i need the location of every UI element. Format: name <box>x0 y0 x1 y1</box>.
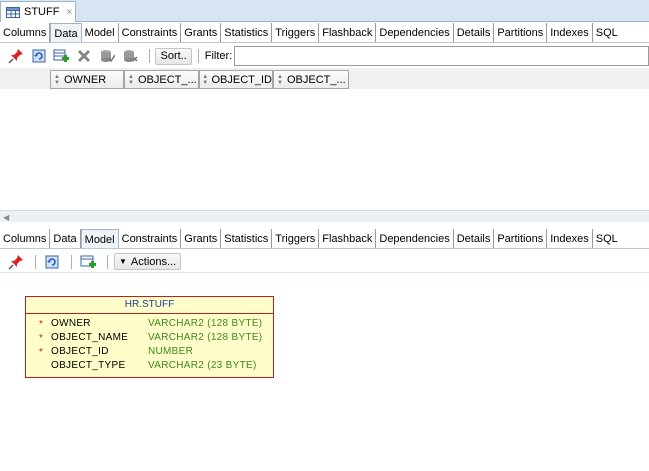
filter-label: Filter: <box>204 50 233 62</box>
tab-partitions[interactable]: Partitions <box>494 229 548 248</box>
commit-icon[interactable] <box>97 47 117 65</box>
tab-dependencies[interactable]: Dependencies <box>376 23 454 42</box>
pin-icon[interactable] <box>6 47 26 65</box>
close-tab-icon[interactable]: × <box>66 7 72 18</box>
column-header-label: OBJECT_... <box>287 73 346 86</box>
entity-title: HR.STUFF <box>26 297 273 314</box>
refresh-icon[interactable] <box>42 253 62 271</box>
column-header-label: OBJECT_ID <box>211 73 272 86</box>
tab-sql[interactable]: SQL <box>593 229 621 248</box>
horizontal-scrollbar[interactable]: ◀ <box>0 210 649 222</box>
tab-indexes[interactable]: Indexes <box>547 229 593 248</box>
tab-triggers[interactable]: Triggers <box>272 23 320 42</box>
toolbar-separator <box>107 254 108 269</box>
tab-constraints[interactable]: Constraints <box>119 23 182 42</box>
entity-column-name: OBJECT_TYPE <box>51 360 126 371</box>
column-header-object-id[interactable]: ▲ ▼ OBJECT_ID <box>199 70 273 89</box>
model-canvas: HR.STUFF * OWNER VARCHAR2 (128 BYTE) * O… <box>0 274 649 471</box>
tab-grants[interactable]: Grants <box>181 229 222 248</box>
tab-data[interactable]: Data <box>50 23 82 42</box>
tab-grants[interactable]: Grants <box>181 23 222 42</box>
tab-statistics[interactable]: Statistics <box>221 23 273 42</box>
data-grid: ▲ ▼ OWNER ▲ ▼ OBJECT_... ▲ ▼ OBJECT_ID ▲ ▼ O… <box>0 68 649 210</box>
tab-flashback[interactable]: Flashback <box>319 229 377 248</box>
column-header-owner[interactable]: ▲ ▼ OWNER <box>50 70 124 89</box>
entity-column-name: OWNER <box>51 318 91 329</box>
entity-column-type: VARCHAR2 (128 BYTE) <box>148 332 263 343</box>
required-marker: * <box>39 347 43 358</box>
tab-dependencies[interactable]: Dependencies <box>376 229 454 248</box>
column-header-label: OWNER <box>64 73 107 86</box>
tab-model[interactable]: Model <box>80 229 119 248</box>
entity-column-row: OBJECT_TYPE VARCHAR2 (23 BYTE) <box>26 359 273 373</box>
tab-partitions[interactable]: Partitions <box>494 23 548 42</box>
entity-column-type: VARCHAR2 (128 BYTE) <box>148 318 263 329</box>
toolbar-separator <box>35 254 36 269</box>
layout-icon[interactable] <box>78 253 98 271</box>
editor-tab-strip: STUFF × <box>0 0 649 22</box>
entity-column-row: * OWNER VARCHAR2 (128 BYTE) <box>26 317 273 331</box>
sort-arrows-icon: ▲ ▼ <box>202 73 209 86</box>
filter-input[interactable] <box>234 46 649 66</box>
sort-arrows-icon: ▲ ▼ <box>277 73 283 86</box>
toolbar-separator <box>148 49 150 63</box>
actions-dropdown[interactable]: ▼ Actions... <box>114 253 182 270</box>
toolbar-separator <box>197 49 199 63</box>
entity-column-name: OBJECT_NAME <box>51 332 129 343</box>
tab-triggers[interactable]: Triggers <box>272 229 320 248</box>
column-header-label: OBJECT_... <box>138 73 197 86</box>
column-header-object-name[interactable]: ▲ ▼ OBJECT_... <box>124 70 199 89</box>
tab-indexes[interactable]: Indexes <box>547 23 593 42</box>
required-marker: * <box>39 333 43 344</box>
scroll-left-icon[interactable]: ◀ <box>3 213 9 222</box>
tab-constraints[interactable]: Constraints <box>119 229 182 248</box>
tab-flashback[interactable]: Flashback <box>319 23 377 42</box>
sort-arrows-icon: ▲ ▼ <box>54 73 60 86</box>
tab-data[interactable]: Data <box>50 229 81 248</box>
entity-column-type: NUMBER <box>148 346 194 357</box>
tab-model[interactable]: Model <box>82 23 119 42</box>
refresh-icon[interactable] <box>29 47 49 65</box>
tab-columns[interactable]: Columns <box>0 23 51 42</box>
tab-details[interactable]: Details <box>454 229 495 248</box>
document-tab-stuff[interactable]: STUFF × <box>0 1 76 22</box>
required-marker: * <box>39 319 43 330</box>
column-header-object-type[interactable]: ▲ ▼ OBJECT_... <box>273 70 349 89</box>
model-toolbar: ▼ Actions... <box>0 251 649 273</box>
tab-sql[interactable]: SQL <box>593 23 621 42</box>
delete-row-icon[interactable] <box>74 47 94 65</box>
tab-columns[interactable]: Columns <box>0 229 51 248</box>
grid-header: ▲ ▼ OWNER ▲ ▼ OBJECT_... ▲ ▼ OBJECT_ID ▲ ▼ O… <box>0 68 649 89</box>
entity-column-row: * OBJECT_ID NUMBER <box>26 345 273 359</box>
sort-arrows-icon: ▲ ▼ <box>128 73 134 86</box>
chevron-down-icon: ▼ <box>119 257 127 266</box>
sort-button[interactable]: Sort.. <box>155 47 192 65</box>
bottom-subtab-bar: Columns Data Model Constraints Grants Statist… <box>0 229 649 249</box>
pin-icon[interactable] <box>6 253 26 271</box>
data-toolbar: Sort.. Filter: <box>0 45 649 67</box>
top-subtab-bar: Columns Data Model Constraints Grants Statist… <box>0 23 649 43</box>
entity-column-row: * OBJECT_NAME VARCHAR2 (128 BYTE) <box>26 331 273 345</box>
entity-column-name: OBJECT_ID <box>51 346 109 357</box>
entity-box[interactable]: HR.STUFF * OWNER VARCHAR2 (128 BYTE) * O… <box>25 296 274 378</box>
tab-details[interactable]: Details <box>454 23 495 42</box>
toolbar-separator <box>71 254 72 269</box>
table-icon <box>6 6 20 18</box>
tab-statistics[interactable]: Statistics <box>221 229 273 248</box>
insert-row-icon[interactable] <box>52 47 72 65</box>
actions-label: Actions... <box>130 255 177 268</box>
document-tab-label: STUFF <box>24 6 60 18</box>
entity-column-type: VARCHAR2 (23 BYTE) <box>148 360 257 371</box>
rollback-icon[interactable] <box>120 47 140 65</box>
